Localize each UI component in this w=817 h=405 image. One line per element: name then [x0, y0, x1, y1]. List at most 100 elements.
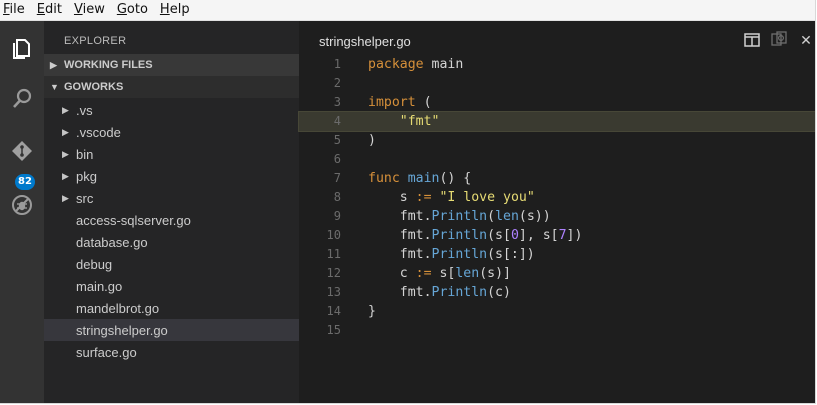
close-editor-button[interactable]: ✕: [797, 32, 815, 50]
line-number: 5: [333, 133, 341, 147]
code-token: Println: [431, 247, 488, 262]
tree-file-debug[interactable]: debug: [44, 253, 299, 275]
working-files-header[interactable]: ▶ WORKING FILES: [44, 54, 299, 76]
menu-edit[interactable]: Edit: [34, 0, 66, 20]
line-number: 13: [326, 285, 341, 299]
code-line[interactable]: 9 fmt.Println(len(s)): [299, 207, 815, 226]
line-content: fmt.Println(len(s)): [368, 207, 551, 226]
code-line[interactable]: 2: [299, 74, 815, 93]
tree-item-label: .vscode: [76, 124, 121, 140]
code-token: Println: [431, 228, 488, 243]
tree-item-label: access-sqlserver.go: [76, 212, 191, 228]
code-line[interactable]: 1 package main: [299, 55, 815, 74]
working-files-label: WORKING FILES: [64, 59, 153, 71]
code-area[interactable]: 1 package main 2 3 import (4 "fmt" 5) 6 7 func m…: [298, 55, 815, 340]
code-token: (: [415, 95, 432, 110]
tree-folder-vs[interactable]: ▶ .vs: [44, 99, 299, 121]
line-number: 15: [326, 323, 341, 337]
tree-item-label: .vs: [76, 102, 93, 118]
search-icon: [10, 87, 34, 111]
editor-window: File Edit View Goto Help 82 EXPLORER ▶ W…: [0, 0, 816, 404]
explorer-view-button[interactable]: [0, 29, 44, 69]
line-number: 4: [333, 114, 341, 128]
code-line[interactable]: 12 c := s[len(s)]: [299, 264, 815, 283]
tree-file-surface[interactable]: surface.go: [44, 341, 299, 363]
code-token: (s)): [518, 209, 551, 224]
editor-tab-title: stringshelper.go: [319, 34, 411, 49]
tree-file-mandelbrot[interactable]: mandelbrot.go: [44, 297, 299, 319]
line-number: 14: [326, 304, 341, 318]
tree-file-stringshelper[interactable]: stringshelper.go: [44, 319, 299, 341]
code-token: ]): [566, 228, 583, 243]
code-token: main: [423, 57, 464, 72]
tree-folder-pkg[interactable]: ▶ pkg: [44, 165, 299, 187]
code-line[interactable]: 15: [299, 321, 815, 340]
code-token: }: [368, 304, 376, 319]
tree-item-label: mandelbrot.go: [76, 300, 160, 316]
tree-file-access-sqlserver[interactable]: access-sqlserver.go: [44, 209, 299, 231]
line-content: c := s[len(s)]: [368, 264, 511, 283]
line-number: 10: [326, 228, 341, 242]
line-number: 11: [326, 247, 341, 261]
tree-item-label: src: [76, 190, 94, 206]
tree-folder-vscode[interactable]: ▶ .vscode: [44, 121, 299, 143]
tree-item-label: database.go: [76, 234, 148, 250]
line-content: fmt.Println(s[:]): [368, 245, 535, 264]
debug-view-button[interactable]: [0, 185, 44, 225]
tree-item-label: stringshelper.go: [76, 322, 168, 338]
tree-folder-src[interactable]: ▶ src: [44, 187, 299, 209]
chevron-right-icon: ▶: [62, 192, 69, 203]
code-token: :=: [415, 190, 432, 205]
search-view-button[interactable]: [0, 79, 44, 119]
git-view-button[interactable]: [0, 131, 44, 171]
code-token: "I love you": [439, 190, 535, 205]
code-token: import: [368, 95, 416, 110]
code-token: 0: [510, 228, 519, 243]
line-content: package main: [368, 55, 463, 74]
menu-file[interactable]: File: [0, 0, 29, 20]
tree-item-label: debug: [76, 256, 113, 272]
code-token: Println: [431, 285, 488, 300]
folder-header[interactable]: ▼ GOWORKS: [44, 76, 299, 98]
line-number: 7: [333, 171, 341, 185]
code-token: len: [495, 209, 519, 224]
activity-bar: 82: [0, 21, 44, 403]
line-number: 6: [333, 152, 341, 166]
tree-item-label: surface.go: [76, 344, 137, 360]
tree-item-label: main.go: [76, 278, 123, 294]
menu-goto[interactable]: Goto: [114, 0, 152, 20]
line-content: }: [368, 302, 376, 321]
code-line[interactable]: 4 "fmt": [298, 111, 815, 132]
split-editor-button[interactable]: [743, 32, 761, 50]
code-line[interactable]: 10 fmt.Println(s[0], s[7]): [299, 226, 815, 245]
open-changes-button[interactable]: [770, 31, 788, 50]
code-token: (c): [487, 285, 511, 300]
line-number: 3: [333, 95, 341, 109]
code-token: fmt.: [368, 285, 432, 300]
line-number: 1: [333, 57, 341, 71]
code-line[interactable]: 8 s := "I love you": [299, 188, 815, 207]
code-token: main: [407, 171, 440, 186]
code-line[interactable]: 3 import (: [299, 93, 815, 112]
tree-file-main[interactable]: main.go: [44, 275, 299, 297]
code-line[interactable]: 5): [299, 131, 815, 150]
tree-file-database[interactable]: database.go: [44, 231, 299, 253]
menu-help[interactable]: Help: [157, 0, 194, 20]
tree-item-label: bin: [76, 146, 94, 162]
tree-folder-bin[interactable]: ▶ bin: [44, 143, 299, 165]
menu-view[interactable]: View: [71, 0, 109, 20]
line-content: fmt.Println(c): [368, 283, 511, 302]
code-line[interactable]: 11 fmt.Println(s[:]): [299, 245, 815, 264]
code-line[interactable]: 6: [299, 150, 815, 169]
code-line[interactable]: 14}: [299, 302, 815, 321]
chevron-right-icon: ▶: [62, 148, 69, 159]
code-token: fmt.: [368, 228, 432, 243]
code-token: (s)]: [479, 266, 511, 281]
code-token: len: [455, 266, 480, 281]
code-token: (: [487, 209, 496, 224]
code-line[interactable]: 7 func main() {: [299, 169, 815, 188]
code-editor[interactable]: stringshelper.go ✕ 1 package main 2 3 im…: [298, 21, 815, 403]
code-line[interactable]: 13 fmt.Println(c): [299, 283, 815, 302]
